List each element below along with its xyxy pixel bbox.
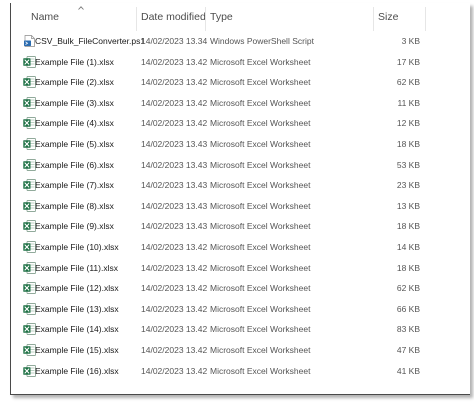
file-date-modified: 14/02/2023 13.42 [141, 283, 208, 294]
column-divider[interactable] [205, 7, 206, 31]
file-list: CSV_Bulk_FileConverter.ps1 14/02/2023 13… [11, 31, 470, 381]
file-name[interactable]: Example File (16).xlsx [35, 361, 119, 382]
file-name[interactable]: Example File (5).xlsx [35, 134, 114, 155]
file-row[interactable]: Example File (2).xlsx 14/02/2023 13.42 M… [11, 72, 470, 93]
file-row[interactable]: Example File (10).xlsx 14/02/2023 13.42 … [11, 237, 470, 258]
column-header-type[interactable]: Type [210, 3, 233, 31]
file-name[interactable]: Example File (9).xlsx [35, 216, 114, 237]
file-type: Microsoft Excel Worksheet [210, 262, 311, 273]
file-size: 17 KB [396, 56, 420, 67]
file-date-modified: 14/02/2023 13.42 [141, 97, 208, 108]
file-name[interactable]: Example File (10).xlsx [35, 237, 119, 258]
file-size: 62 KB [396, 283, 420, 294]
file-name[interactable]: Example File (15).xlsx [35, 340, 119, 361]
file-size: 47 KB [396, 344, 420, 355]
file-name[interactable]: CSV_Bulk_FileConverter.ps1 [35, 31, 145, 52]
file-type: Microsoft Excel Worksheet [210, 180, 311, 191]
file-row[interactable]: Example File (3).xlsx 14/02/2023 13.42 M… [11, 93, 470, 114]
file-type: Microsoft Excel Worksheet [210, 221, 311, 232]
file-name[interactable]: Example File (1).xlsx [35, 52, 114, 73]
file-name[interactable]: Example File (12).xlsx [35, 278, 119, 299]
file-name[interactable]: Example File (8).xlsx [35, 196, 114, 217]
file-row[interactable]: Example File (5).xlsx 14/02/2023 13.43 M… [11, 134, 470, 155]
file-date-modified: 14/02/2023 13.42 [141, 303, 208, 314]
file-row[interactable]: Example File (4).xlsx 14/02/2023 13.42 M… [11, 113, 470, 134]
file-name[interactable]: Example File (7).xlsx [35, 175, 114, 196]
column-header-size[interactable]: Size [378, 3, 398, 31]
file-size: 23 KB [396, 180, 420, 191]
file-row[interactable]: Example File (6).xlsx 14/02/2023 13.43 M… [11, 155, 470, 176]
file-date-modified: 14/02/2023 13.43 [141, 138, 208, 149]
file-row[interactable]: Example File (7).xlsx 14/02/2023 13.43 M… [11, 175, 470, 196]
file-size: 18 KB [396, 262, 420, 273]
file-date-modified: 14/02/2023 13.42 [141, 365, 208, 376]
file-type: Microsoft Excel Worksheet [210, 77, 311, 88]
file-type: Microsoft Excel Worksheet [210, 159, 311, 170]
file-type: Microsoft Excel Worksheet [210, 118, 311, 129]
file-date-modified: 14/02/2023 13.42 [141, 241, 208, 252]
file-date-modified: 14/02/2023 13.43 [141, 180, 208, 191]
column-header-date[interactable]: Date modified [141, 3, 206, 31]
file-size: 13 KB [396, 200, 420, 211]
file-size: 12 KB [396, 118, 420, 129]
column-divider[interactable] [136, 7, 137, 31]
file-size: 11 KB [397, 97, 420, 108]
file-row[interactable]: Example File (15).xlsx 14/02/2023 13.42 … [11, 340, 470, 361]
file-name[interactable]: Example File (14).xlsx [35, 319, 119, 340]
column-divider[interactable] [373, 7, 374, 31]
file-date-modified: 14/02/2023 13.43 [141, 221, 208, 232]
file-date-modified: 14/02/2023 13.42 [141, 77, 208, 88]
file-row[interactable]: CSV_Bulk_FileConverter.ps1 14/02/2023 13… [11, 31, 470, 52]
file-type: Microsoft Excel Worksheet [210, 344, 311, 355]
file-type: Microsoft Excel Worksheet [210, 241, 311, 252]
file-date-modified: 14/02/2023 13.42 [141, 262, 208, 273]
file-name[interactable]: Example File (13).xlsx [35, 299, 119, 320]
file-name[interactable]: Example File (4).xlsx [35, 113, 114, 134]
file-date-modified: 14/02/2023 13.43 [141, 159, 208, 170]
file-size: 83 KB [396, 324, 420, 335]
file-row[interactable]: Example File (1).xlsx 14/02/2023 13.42 M… [11, 52, 470, 73]
file-size: 18 KB [396, 221, 420, 232]
file-date-modified: 14/02/2023 13.42 [141, 344, 208, 355]
file-type: Microsoft Excel Worksheet [210, 365, 311, 376]
column-header-name[interactable]: Name [31, 3, 59, 31]
file-type: Microsoft Excel Worksheet [210, 56, 311, 67]
file-type: Microsoft Excel Worksheet [210, 324, 311, 335]
file-date-modified: 14/02/2023 13.34 [141, 36, 208, 46]
file-date-modified: 14/02/2023 13.43 [141, 200, 208, 211]
file-row[interactable]: Example File (11).xlsx 14/02/2023 13.42 … [11, 258, 470, 279]
file-type: Microsoft Excel Worksheet [210, 283, 311, 294]
file-row[interactable]: Example File (16).xlsx 14/02/2023 13.42 … [11, 361, 470, 382]
file-type: Microsoft Excel Worksheet [210, 303, 311, 314]
file-size: 41 KB [396, 365, 420, 376]
file-type: Windows PowerShell Script [210, 36, 314, 46]
file-size: 53 KB [396, 159, 420, 170]
file-row[interactable]: Example File (14).xlsx 14/02/2023 13.42 … [11, 319, 470, 340]
sort-ascending-icon[interactable] [78, 6, 84, 10]
file-type: Microsoft Excel Worksheet [210, 97, 311, 108]
column-header: Name Date modified Type Size [11, 3, 470, 31]
file-size: 14 KB [396, 241, 420, 252]
file-row[interactable]: Example File (13).xlsx 14/02/2023 13.42 … [11, 299, 470, 320]
file-type: Microsoft Excel Worksheet [210, 138, 311, 149]
file-name[interactable]: Example File (11).xlsx [35, 258, 118, 279]
file-size: 3 KB [401, 36, 420, 46]
file-name[interactable]: Example File (2).xlsx [35, 72, 114, 93]
file-date-modified: 14/02/2023 13.42 [141, 324, 208, 335]
file-row[interactable]: Example File (12).xlsx 14/02/2023 13.42 … [11, 278, 470, 299]
file-explorer-list: Name Date modified Type Size CSV_Bulk_Fi… [10, 3, 470, 395]
file-row[interactable]: Example File (9).xlsx 14/02/2023 13.43 M… [11, 216, 470, 237]
file-name[interactable]: Example File (6).xlsx [35, 155, 114, 176]
file-row[interactable]: Example File (8).xlsx 14/02/2023 13.43 M… [11, 196, 470, 217]
file-name[interactable]: Example File (3).xlsx [35, 93, 114, 114]
file-size: 62 KB [396, 77, 420, 88]
file-type: Microsoft Excel Worksheet [210, 200, 311, 211]
file-size: 18 KB [396, 138, 420, 149]
file-date-modified: 14/02/2023 13.42 [141, 118, 208, 129]
file-date-modified: 14/02/2023 13.42 [141, 56, 208, 67]
column-divider[interactable] [425, 7, 426, 31]
file-size: 66 KB [396, 303, 420, 314]
